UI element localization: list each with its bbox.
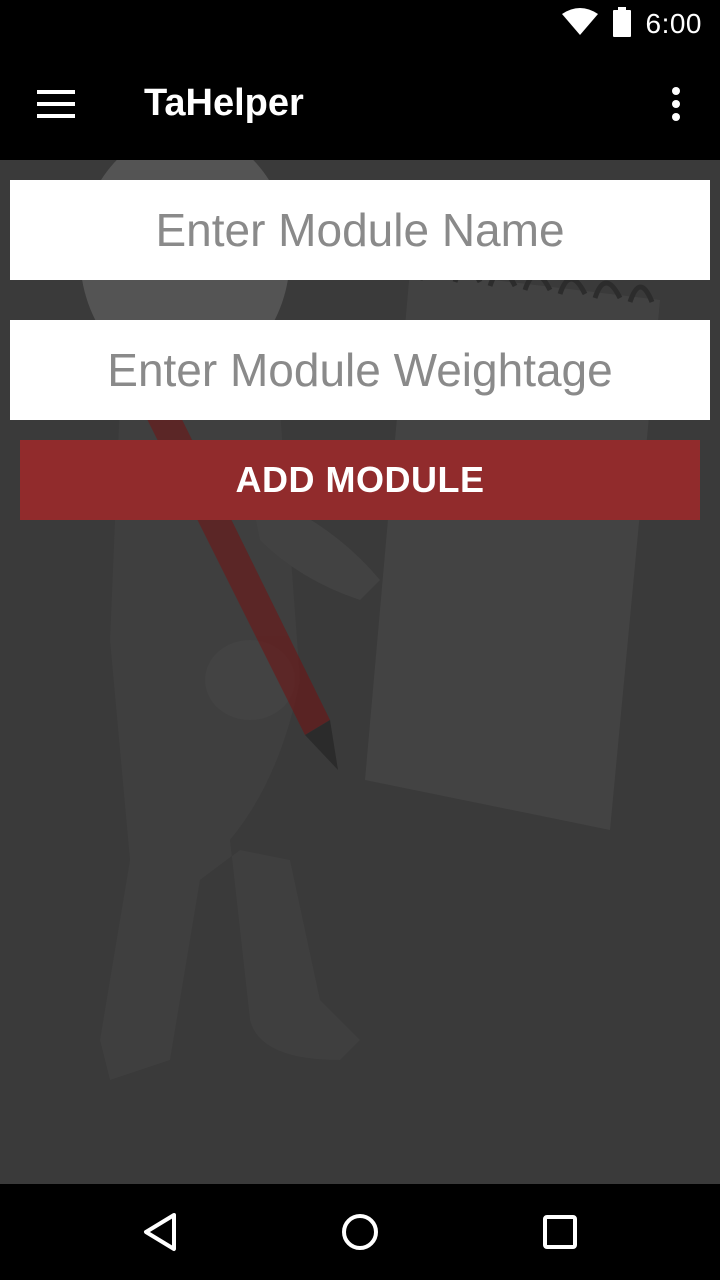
app-bar: TaHelper [0, 48, 720, 160]
back-icon[interactable] [120, 1202, 200, 1262]
status-bar: 6:00 [0, 0, 720, 48]
module-weightage-input[interactable] [10, 320, 710, 420]
background-illustration [80, 160, 660, 1081]
home-icon[interactable] [320, 1202, 400, 1262]
recents-icon[interactable] [520, 1202, 600, 1262]
status-time: 6:00 [645, 8, 702, 39]
navigation-bar [0, 1184, 720, 1280]
main-content: ADD MODULE [0, 160, 720, 1184]
add-module-button[interactable]: ADD MODULE [20, 440, 700, 520]
battery-icon [612, 6, 632, 42]
status-icons: 6:00 [561, 0, 703, 48]
hamburger-menu-icon[interactable] [24, 76, 88, 132]
module-name-input[interactable] [10, 180, 710, 280]
app-title: TaHelper [144, 82, 304, 124]
overflow-menu-icon[interactable] [652, 76, 700, 132]
wifi-icon [561, 7, 598, 41]
